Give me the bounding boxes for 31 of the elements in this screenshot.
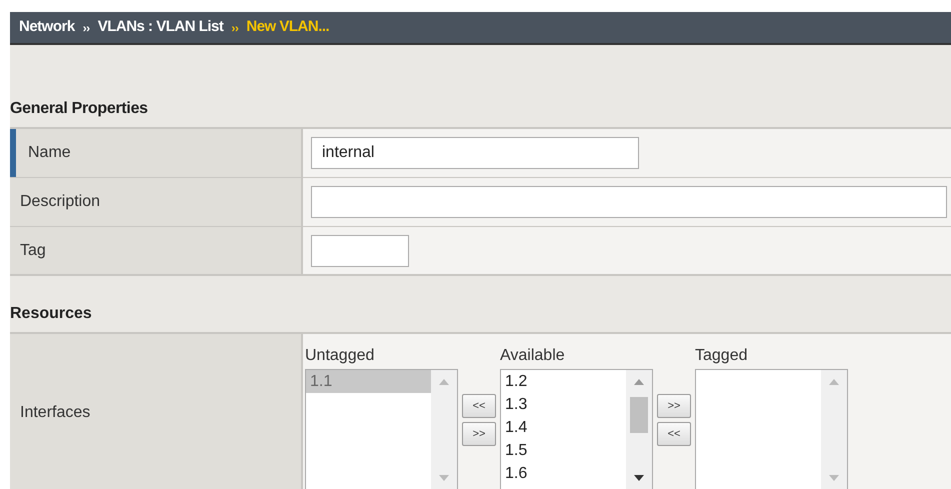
list-item[interactable]: 1.4 (501, 416, 626, 439)
section-title: Resources (10, 304, 93, 324)
move-button[interactable]: >> (462, 422, 496, 446)
list-box[interactable]: 1.2 1.3 1.4 1.5 1.6 (500, 369, 653, 489)
list-item[interactable]: 1.2 (501, 370, 626, 393)
breadcrumb-separator: ›› (82, 20, 90, 36)
list-title: Untagged (305, 346, 376, 366)
list-box[interactable] (695, 369, 848, 489)
list-item[interactable]: 1.5 (501, 439, 626, 462)
scrollbar[interactable] (626, 370, 652, 489)
move-button[interactable]: << (462, 394, 496, 418)
text-field[interactable]: internal (311, 137, 639, 169)
field-label: Name (28, 143, 71, 163)
move-button[interactable]: << (657, 422, 691, 446)
list-title: Available (500, 346, 566, 366)
scrollbar[interactable] (821, 370, 847, 489)
breadcrumb-link[interactable]: Network (19, 16, 75, 39)
breadcrumb-separator: ›› (231, 20, 238, 36)
text-field[interactable] (311, 186, 947, 218)
section-title: General Properties (10, 99, 149, 119)
field-label: Tag (20, 240, 46, 260)
list-title: Tagged (695, 346, 748, 366)
list-item[interactable]: 1.6 (501, 462, 626, 485)
breadcrumb-current: New VLAN... (246, 17, 330, 38)
field-label: Description (20, 192, 100, 212)
field-label: Interfaces (20, 403, 90, 423)
move-button[interactable]: >> (657, 394, 691, 418)
list-item[interactable]: 1.3 (501, 393, 626, 416)
scrollbar[interactable] (431, 370, 457, 489)
breadcrumb-link[interactable]: VLANs : VLAN List (98, 16, 224, 39)
text-field[interactable] (311, 234, 409, 266)
